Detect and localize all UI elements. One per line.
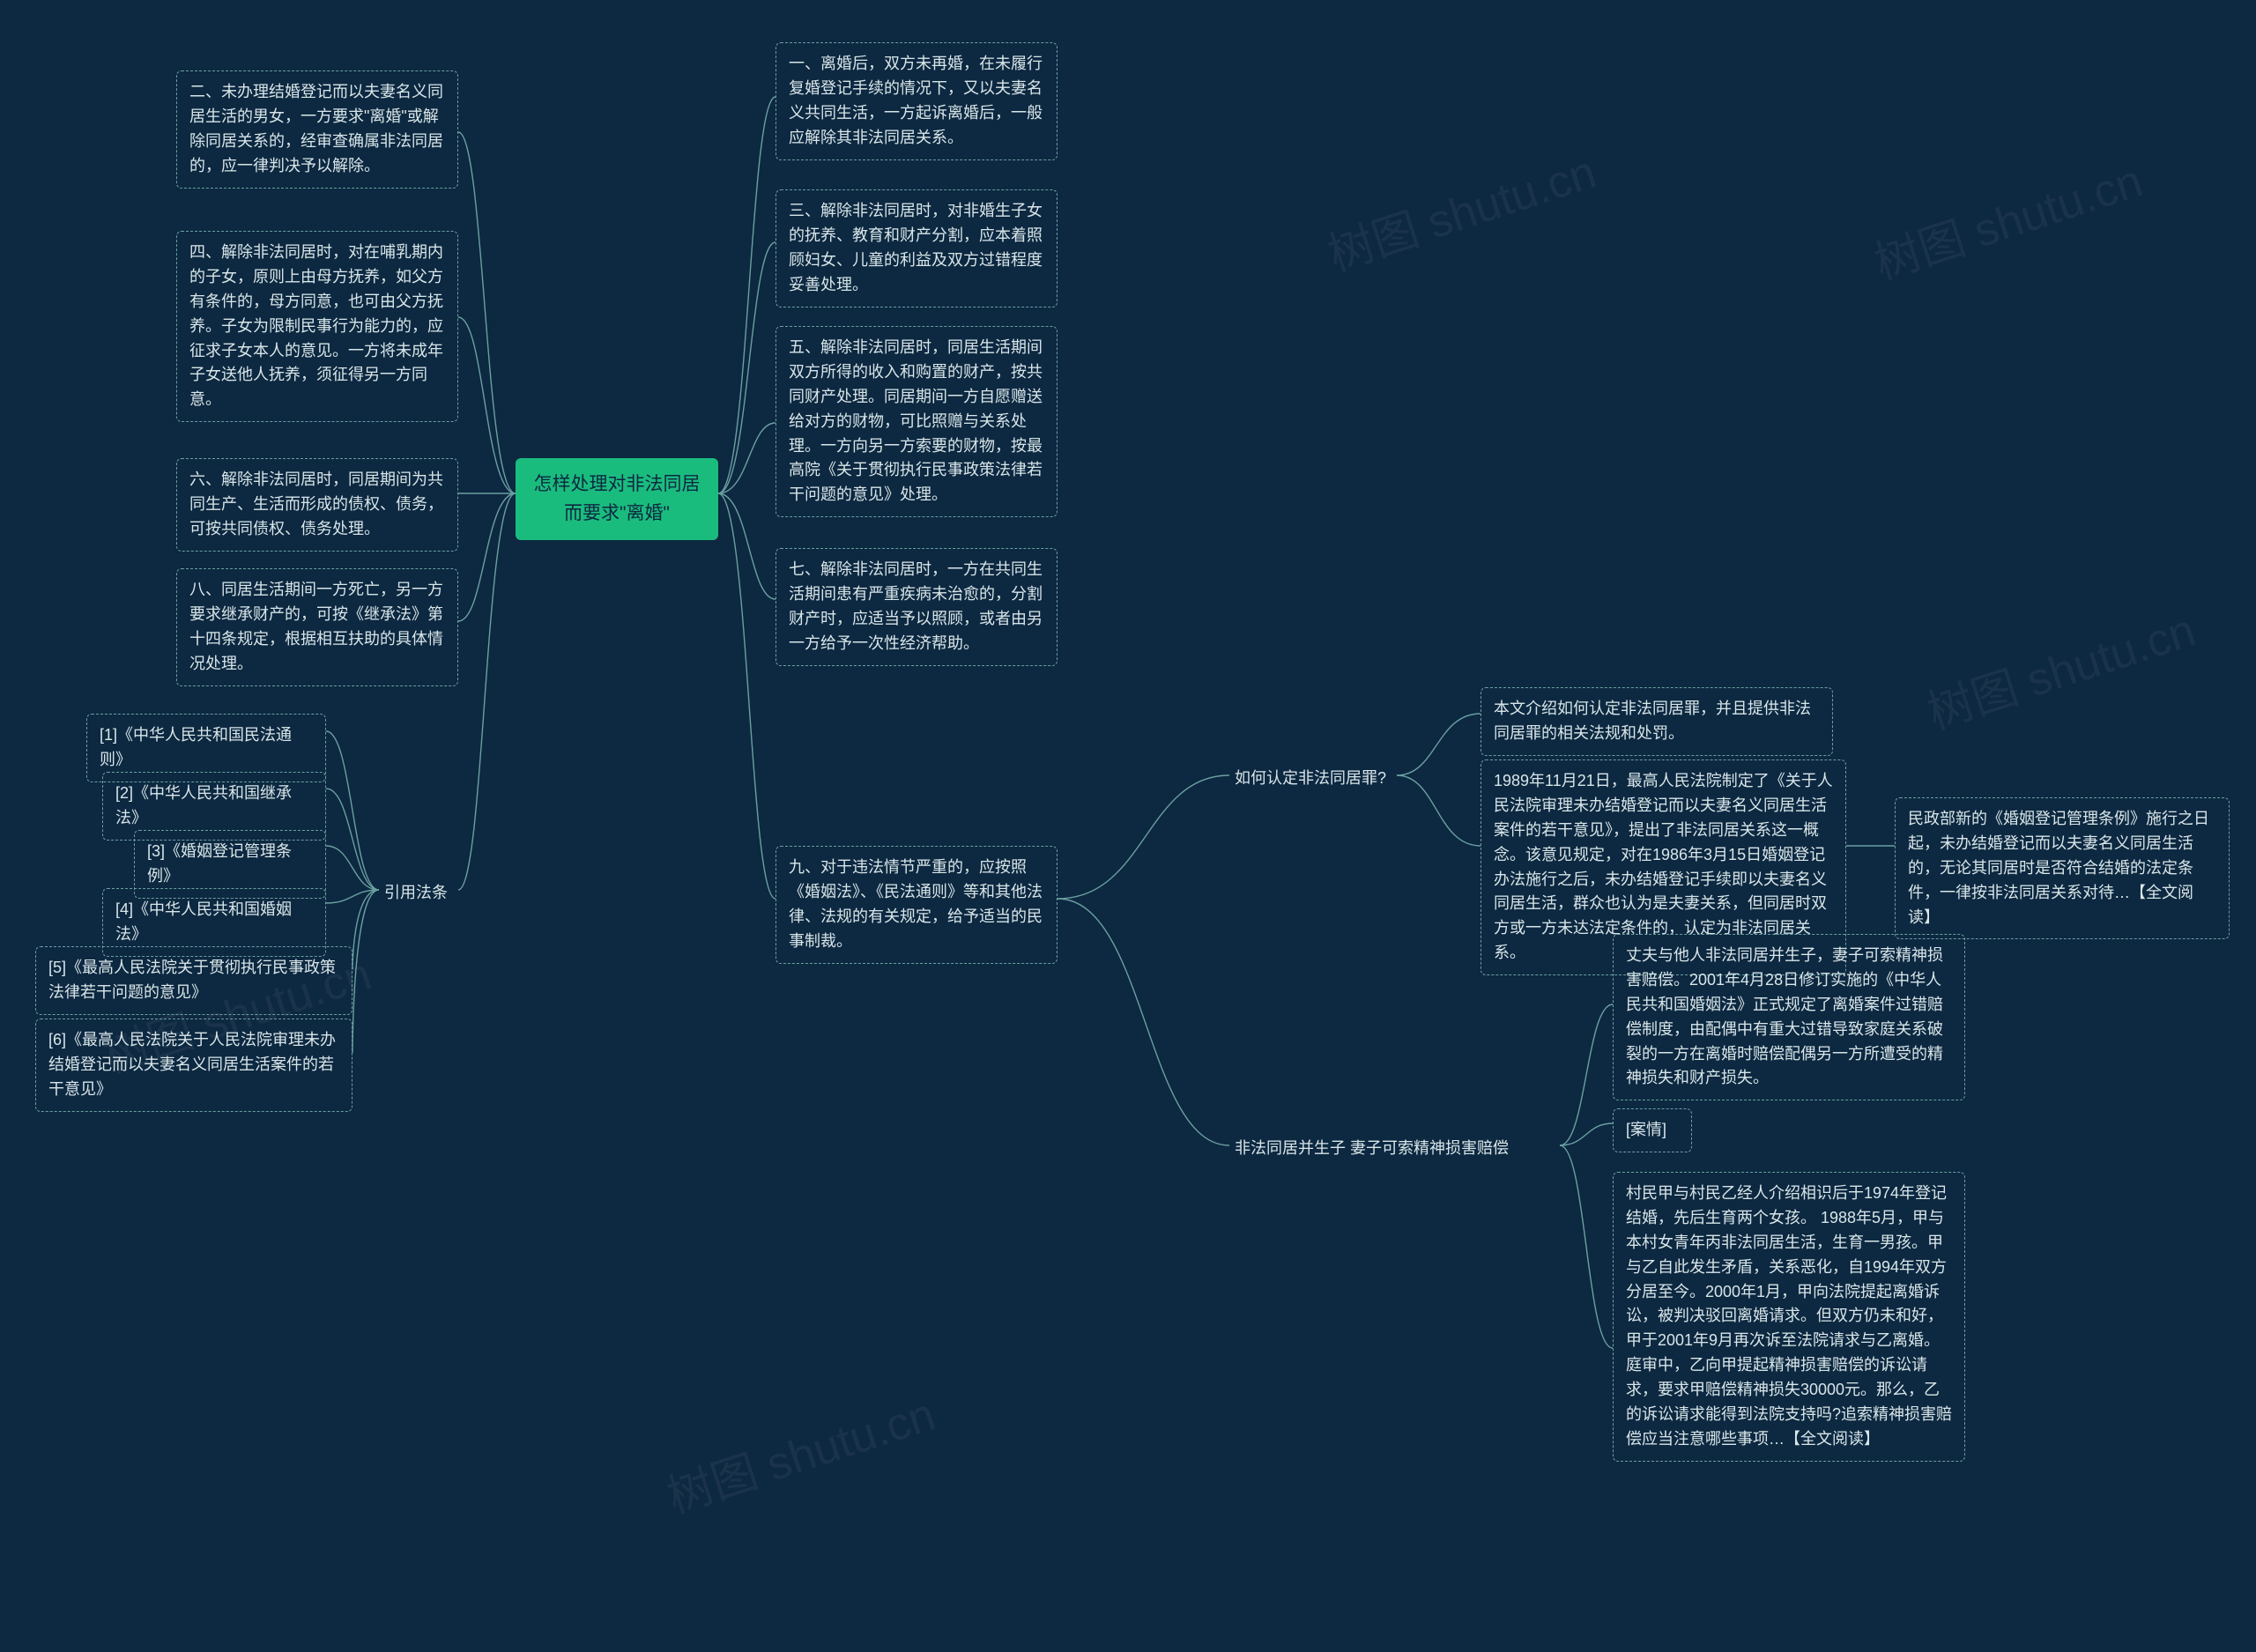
watermark: 树图 shutu.cn: [1865, 144, 2149, 293]
node-6-text: 六、解除非法同居时，同居期间为共同生产、生活而形成的债权、债务，可按共同债权、债…: [189, 470, 443, 537]
node-9[interactable]: 九、对于违法情节严重的，应按照《婚姻法》、《民法通则》等和其他法律、法规的有关规…: [776, 846, 1058, 964]
node-5[interactable]: 五、解除非法同居时，同居生活期间双方所得的收入和购置的财产，按共同财产处理。同居…: [776, 326, 1058, 517]
node-5-text: 五、解除非法同居时，同居生活期间双方所得的收入和购置的财产，按共同财产处理。同居…: [789, 338, 1043, 503]
node-2[interactable]: 二、未办理结婚登记而以夫妻名义同居生活的男女，一方要求"离婚"或解除同居关系的，…: [176, 70, 458, 189]
node-il-c1-text: 丈夫与他人非法同居并生子，妻子可索精神损害赔偿。2001年4月28日修订实施的《…: [1626, 946, 1943, 1086]
node-7-text: 七、解除非法同居时，一方在共同生活期间患有严重疾病未治愈的，分割财产时，应适当予…: [789, 560, 1043, 652]
node-recognize-crime[interactable]: 如何认定非法同居罪?: [1229, 763, 1406, 795]
node-9-text: 九、对于违法情节严重的，应按照《婚姻法》、《民法通则》等和其他法律、法规的有关规…: [789, 858, 1043, 950]
node-il-c3-text: 村民甲与村民乙经人介绍相识后于1974年登记结婚，先后生育两个女孩。 1988年…: [1626, 1184, 1952, 1448]
node-8[interactable]: 八、同居生活期间一方死亡，另一方要求继承财产的，可按《继承法》第十四条规定，根据…: [176, 568, 458, 686]
node-2-text: 二、未办理结婚登记而以夫妻名义同居生活的男女，一方要求"离婚"或解除同居关系的，…: [189, 83, 443, 174]
node-references-text: 引用法条: [384, 884, 448, 901]
node-illegal-child[interactable]: 非法同居并生子 妻子可索精神损害赔偿: [1229, 1133, 1564, 1165]
node-il-c1[interactable]: 丈夫与他人非法同居并生子，妻子可索精神损害赔偿。2001年4月28日修订实施的《…: [1613, 934, 1965, 1100]
node-ref6-text: [6]《最高人民法院关于人民法院审理未办结婚登记而以夫妻名义同居生活案件的若干意…: [48, 1031, 336, 1098]
node-il-c2[interactable]: [案情]: [1613, 1108, 1692, 1152]
node-1[interactable]: 一、离婚后，双方未再婚，在未履行复婚登记手续的情况下，又以夫妻名义共同生活，一方…: [776, 42, 1058, 160]
node-rd-c1-text: 本文介绍如何认定非法同居罪，并且提供非法同居罪的相关法规和处罚。: [1494, 700, 1811, 742]
node-ref6[interactable]: [6]《最高人民法院关于人民法院审理未办结婚登记而以夫妻名义同居生活案件的若干意…: [35, 1019, 352, 1112]
watermark: 树图 shutu.cn: [657, 1377, 942, 1526]
node-illegal-child-text: 非法同居并生子 妻子可索精神损害赔偿: [1235, 1139, 1509, 1157]
node-rd-c1[interactable]: 本文介绍如何认定非法同居罪，并且提供非法同居罪的相关法规和处罚。: [1480, 687, 1833, 756]
node-ref4-text: [4]《中华人民共和国婚姻法》: [115, 900, 292, 943]
node-rd-c2-text: 1989年11月21日，最高人民法院制定了《关于人民法院审理未办结婚登记而以夫妻…: [1494, 772, 1833, 961]
watermark: 树图 shutu.cn: [1318, 135, 1603, 284]
node-ref1-text: [1]《中华人民共和国民法通则》: [100, 726, 292, 768]
node-rd-c2b[interactable]: 民政部新的《婚姻登记管理条例》施行之日起，未办结婚登记而以夫妻名义同居生活的，无…: [1895, 797, 2230, 939]
node-references[interactable]: 引用法条: [379, 878, 458, 909]
node-ref2-text: [2]《中华人民共和国继承法》: [115, 784, 292, 826]
node-4-text: 四、解除非法同居时，对在哺乳期内的子女，原则上由母方抚养，如父方有条件的，母方同…: [189, 243, 443, 408]
node-il-c2-text: [案情]: [1626, 1121, 1666, 1138]
node-8-text: 八、同居生活期间一方死亡，另一方要求继承财产的，可按《继承法》第十四条规定，根据…: [189, 581, 443, 672]
node-ref3-text: [3]《婚姻登记管理条例》: [147, 842, 292, 885]
node-il-c3[interactable]: 村民甲与村民乙经人介绍相识后于1974年登记结婚，先后生育两个女孩。 1988年…: [1613, 1172, 1965, 1462]
node-ref5[interactable]: [5]《最高人民法院关于贯彻执行民事政策法律若干问题的意见》: [35, 946, 352, 1015]
node-7[interactable]: 七、解除非法同居时，一方在共同生活期间患有严重疾病未治愈的，分割财产时，应适当予…: [776, 548, 1058, 666]
node-3-text: 三、解除非法同居时，对非婚生子女的抚养、教育和财产分割，应本着照顾妇女、儿童的利…: [789, 202, 1043, 293]
node-6[interactable]: 六、解除非法同居时，同居期间为共同生产、生活而形成的债权、债务，可按共同债权、债…: [176, 458, 458, 552]
node-3[interactable]: 三、解除非法同居时，对非婚生子女的抚养、教育和财产分割，应本着照顾妇女、儿童的利…: [776, 189, 1058, 307]
root-title: 怎样处理对非法同居而要求"离婚": [534, 474, 701, 523]
node-rd-c2b-text: 民政部新的《婚姻登记管理条例》施行之日起，未办结婚登记而以夫妻名义同居生活的，无…: [1908, 810, 2209, 926]
root-node[interactable]: 怎样处理对非法同居而要求"离婚": [516, 458, 718, 540]
node-4[interactable]: 四、解除非法同居时，对在哺乳期内的子女，原则上由母方抚养，如父方有条件的，母方同…: [176, 231, 458, 422]
node-1-text: 一、离婚后，双方未再婚，在未履行复婚登记手续的情况下，又以夫妻名义共同生活，一方…: [789, 55, 1043, 146]
node-ref5-text: [5]《最高人民法院关于贯彻执行民事政策法律若干问题的意见》: [48, 959, 336, 1001]
node-recognize-crime-text: 如何认定非法同居罪?: [1235, 769, 1386, 787]
watermark: 树图 shutu.cn: [1918, 593, 2202, 742]
